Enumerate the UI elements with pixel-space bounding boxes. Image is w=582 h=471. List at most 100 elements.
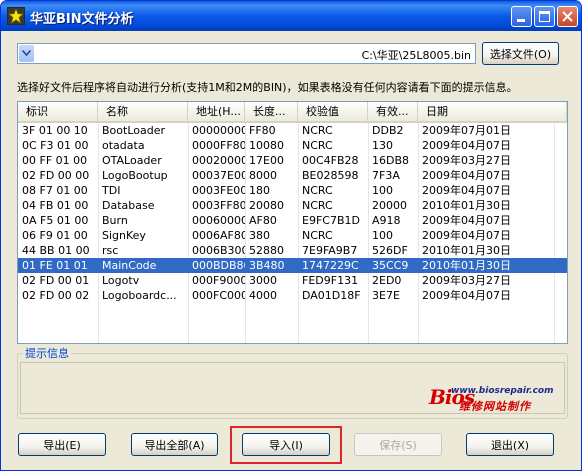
window-title: 华亚BIN文件分析 (30, 12, 134, 27)
biosrepair-logo: Bios www.biosrepair.com 维修网站制作 (429, 383, 569, 413)
cell-id: 06 F9 01 00 (22, 229, 88, 242)
table-row[interactable]: 01 FE 01 01 MainCode 000BDB80 3B480 1747229C… (18, 258, 567, 273)
cell-valid: 20000 (372, 199, 407, 212)
cell-valid: 2ED0 (372, 274, 402, 287)
cell-valid: 16DB8 (372, 154, 410, 167)
dropdown-button[interactable] (19, 45, 34, 62)
column-header-name[interactable]: 名称 (98, 102, 188, 121)
cell-length: 380 (249, 229, 270, 242)
cell-length: FF80 (249, 124, 276, 137)
table-row[interactable]: 08 F7 01 00 TDI 0003FE00 180 NCRC 100 2009年04月… (18, 183, 567, 198)
cell-date: 2009年03月27日 (422, 274, 511, 287)
cell-address: 0003FE00 (192, 184, 245, 197)
cell-date: 2009年04月07日 (422, 229, 511, 242)
cell-checksum: FED9F131 (302, 274, 359, 287)
cell-name: Logoboardc... (102, 289, 177, 302)
cell-date: 2009年04月07日 (422, 139, 511, 152)
minimize-button[interactable] (511, 6, 532, 27)
title-bar[interactable]: 华亚BIN文件分析 (1, 1, 581, 31)
bin-analysis-table[interactable]: 标识 名称 地址(H... 长度... 校验值 有效... 日期 3F 01 0… (17, 101, 568, 344)
cell-id: 08 F7 01 00 (22, 184, 88, 197)
column-header-address[interactable]: 地址(H... (188, 102, 245, 121)
cell-valid: 3E7E (372, 289, 400, 302)
cell-address: 000BDB80 (192, 259, 245, 272)
exit-button[interactable]: 退出(X) (466, 433, 554, 456)
cell-address: 000FC000 (192, 289, 245, 302)
table-row[interactable]: 02 FD 00 02 Logoboardc... 000FC000 4000 DA01… (18, 288, 567, 303)
cell-name: BootLoader (102, 124, 165, 137)
cell-checksum: NCRC (302, 124, 333, 137)
cell-checksum: NCRC (302, 139, 333, 152)
cell-name: OTALoader (102, 154, 162, 167)
table-row[interactable]: 0C F3 01 00 otadata 0000FF80 10080 NCRC 130 20… (18, 138, 567, 153)
cell-date: 2010年01月30日 (422, 259, 511, 272)
cell-length: 3000 (249, 274, 277, 287)
cell-valid: DDB2 (372, 124, 404, 137)
cell-address: 00060000 (192, 214, 245, 227)
column-header-id[interactable]: 标识 (18, 102, 98, 121)
table-row[interactable]: 44 BB 01 00 rsc 0006B300 52880 7E9FA9B7 526DF… (18, 243, 567, 258)
cell-valid: 100 (372, 184, 393, 197)
cell-name: otadata (102, 139, 145, 152)
cell-length: 3B480 (249, 259, 285, 272)
cell-valid: 100 (372, 229, 393, 242)
cell-length: 4000 (249, 289, 277, 302)
cell-address: 0006B300 (192, 244, 245, 257)
cell-valid: 130 (372, 139, 393, 152)
cell-id: 0C F3 01 00 (22, 139, 89, 152)
file-path-combo[interactable]: C:\华亚\25L8005.bin (17, 43, 476, 64)
table-header: 标识 名称 地址(H... 长度... 校验值 有效... 日期 (18, 102, 567, 123)
cell-name: rsc (102, 244, 119, 257)
cell-id: 3F 01 00 10 (22, 124, 88, 137)
table-row[interactable]: 0A F5 01 00 Burn 00060000 AF80 E9FC7B1D A918 2… (18, 213, 567, 228)
cell-address: 0000FF80 (192, 139, 245, 152)
cell-checksum: NCRC (302, 184, 333, 197)
cell-date: 2009年04月07日 (422, 289, 511, 302)
info-group-label: 提示信息 (23, 345, 71, 361)
column-header-length[interactable]: 长度... (245, 102, 298, 121)
table-row[interactable]: 06 F9 01 00 SignKey 0006AF80 380 NCRC 100 2009… (18, 228, 567, 243)
cell-length: 10080 (249, 139, 284, 152)
export-button[interactable]: 导出(E) (18, 433, 106, 456)
save-button[interactable]: 保存(S) (354, 433, 442, 456)
cell-id: 04 FB 01 00 (22, 199, 89, 212)
cell-valid: 35CC9 (372, 259, 409, 272)
column-header-date[interactable]: 日期 (418, 102, 567, 121)
cell-length: 20080 (249, 199, 284, 212)
maximize-button[interactable] (534, 6, 555, 27)
table-row[interactable]: 00 FF 01 00 OTALoader 00020000 17E00 00C4FB2… (18, 153, 567, 168)
table-row[interactable]: 02 FD 00 01 Logotv 000F9000 3000 FED9F131 2ED… (18, 273, 567, 288)
chevron-down-icon (22, 50, 31, 56)
cell-length: 17E00 (249, 154, 284, 167)
export-all-button[interactable]: 导出全部(A) (131, 433, 218, 456)
column-header-valid[interactable]: 有效... (368, 102, 418, 121)
table-row[interactable]: 02 FD 00 00 LogoBootup 00037E00 8000 BE02859… (18, 168, 567, 183)
cell-date: 2009年04月07日 (422, 169, 511, 182)
cell-checksum: NCRC (302, 229, 333, 242)
cell-address: 00020000 (192, 154, 245, 167)
logo-caption: 维修网站制作 (459, 400, 531, 413)
cell-name: Database (102, 199, 155, 212)
cell-valid: A918 (372, 214, 401, 227)
cell-id: 02 FD 00 00 (22, 169, 90, 182)
instruction-text: 选择好文件后程序将自动进行分析(支持1M和2M的BIN)，如果表格没有任何内容请… (17, 81, 518, 94)
table-row[interactable]: 3F 01 00 10 BootLoader 00000000 FF80 NCRC DDB… (18, 123, 567, 138)
cell-date: 2009年04月07日 (422, 214, 511, 227)
cell-checksum: DA01D18F (302, 289, 361, 302)
table-row[interactable]: 04 FB 01 00 Database 0003FF80 20080 NCRC 2000… (18, 198, 567, 213)
cell-address: 0003FF80 (192, 199, 245, 212)
cell-valid: 526DF (372, 244, 408, 257)
cell-checksum: BE028598 (302, 169, 359, 182)
cell-id: 00 FF 01 00 (22, 154, 88, 167)
cell-id: 02 FD 00 02 (22, 289, 90, 302)
cell-length: 180 (249, 184, 270, 197)
cell-name: Logotv (102, 274, 140, 287)
choose-file-button[interactable]: 选择文件(O) (482, 42, 559, 65)
maximize-icon (539, 11, 550, 22)
cell-checksum: E9FC7B1D (302, 214, 360, 227)
close-button[interactable] (557, 6, 578, 27)
cell-checksum: 7E9FA9B7 (302, 244, 358, 257)
column-header-checksum[interactable]: 校验值 (298, 102, 368, 121)
cell-id: 44 BB 01 00 (22, 244, 90, 257)
star-app-icon (7, 7, 25, 25)
